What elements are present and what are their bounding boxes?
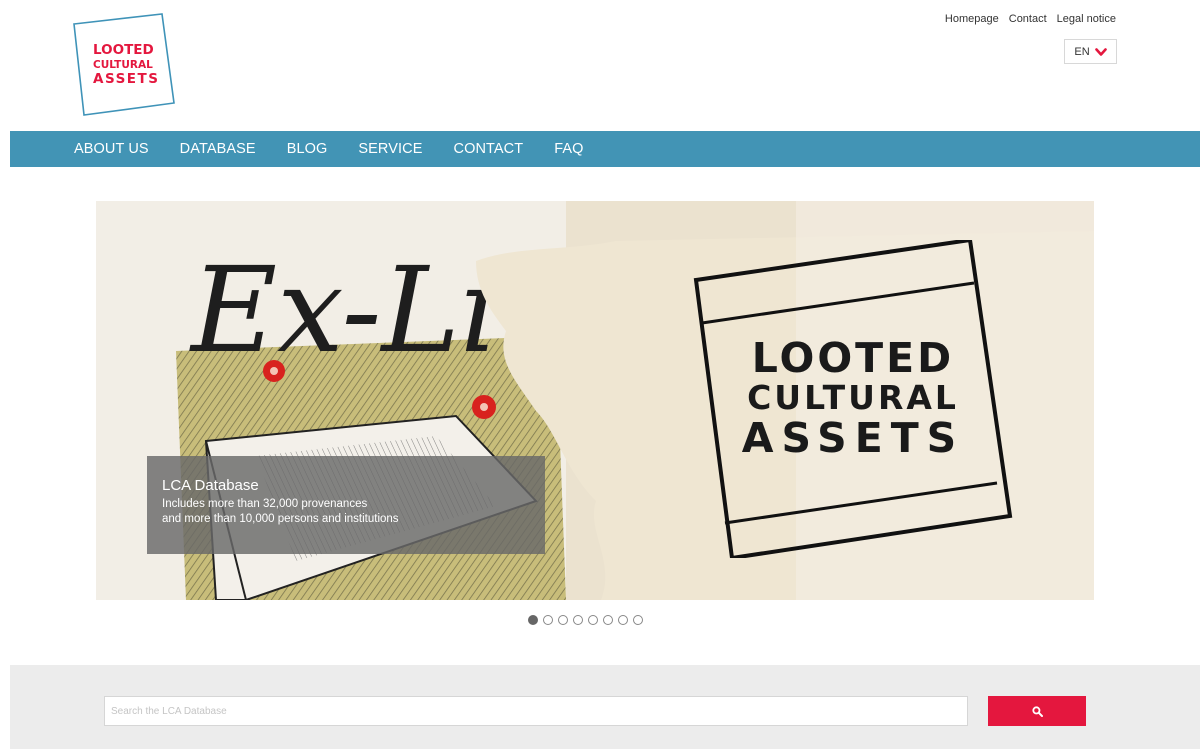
search-button[interactable] <box>988 696 1086 726</box>
slider-dot-8[interactable] <box>633 615 643 625</box>
search-input[interactable] <box>104 696 968 726</box>
logo-line-3: ASSETS <box>93 71 159 87</box>
language-selected: EN <box>1074 45 1090 58</box>
artwork-script-text: Ex-Li <box>189 241 498 379</box>
logo-line-1: LOOTED <box>93 42 154 58</box>
nav-item-faq[interactable]: FAQ <box>554 141 583 157</box>
badge-line-1: LOOTED <box>751 334 955 382</box>
main-nav: ABOUT US DATABASE BLOG SERVICE CONTACT F… <box>10 131 1200 167</box>
nav-item-service[interactable]: SERVICE <box>358 141 422 157</box>
search-icon <box>1031 705 1043 717</box>
nav-item-blog[interactable]: BLOG <box>287 141 328 157</box>
contact-link[interactable]: Contact <box>1009 13 1047 25</box>
caption-title: LCA Database <box>162 477 259 494</box>
nav-item-contact[interactable]: CONTACT <box>454 141 524 157</box>
nav-item-database[interactable]: DATABASE <box>180 141 256 157</box>
utility-links: Homepage Contact Legal notice <box>945 13 1116 25</box>
slider-dot-5[interactable] <box>588 615 598 625</box>
slider-pagination <box>528 615 643 625</box>
nav-item-about-us[interactable]: ABOUT US <box>74 141 149 157</box>
logo-line-2: CULTURAL <box>93 59 153 71</box>
legal-notice-link[interactable]: Legal notice <box>1057 13 1116 25</box>
slide-caption[interactable]: LCA Database Includes more than 32,000 p… <box>147 456 545 554</box>
slider-dot-3[interactable] <box>558 615 568 625</box>
slider-dot-1[interactable] <box>528 615 538 625</box>
hero-slider[interactable]: Ex-Li LOOTED CULTURAL ASSETS LCA Databas… <box>96 201 1094 600</box>
caption-line-1: Includes more than 32,000 provenances <box>162 498 368 510</box>
hero-badge: LOOTED CULTURAL ASSETS <box>692 240 1014 558</box>
slider-dot-7[interactable] <box>618 615 628 625</box>
site-logo[interactable]: LOOTED CULTURAL ASSETS <box>72 12 176 116</box>
badge-line-3: ASSETS <box>741 414 965 462</box>
chevron-down-icon <box>1094 47 1107 56</box>
caption-line-2: and more than 10,000 persons and institu… <box>162 513 399 525</box>
slider-dot-4[interactable] <box>573 615 583 625</box>
slider-dot-2[interactable] <box>543 615 553 625</box>
slider-dot-6[interactable] <box>603 615 613 625</box>
badge-line-2: CULTURAL <box>747 378 959 417</box>
language-selector[interactable]: EN <box>1064 39 1117 64</box>
homepage-link[interactable]: Homepage <box>945 13 999 25</box>
